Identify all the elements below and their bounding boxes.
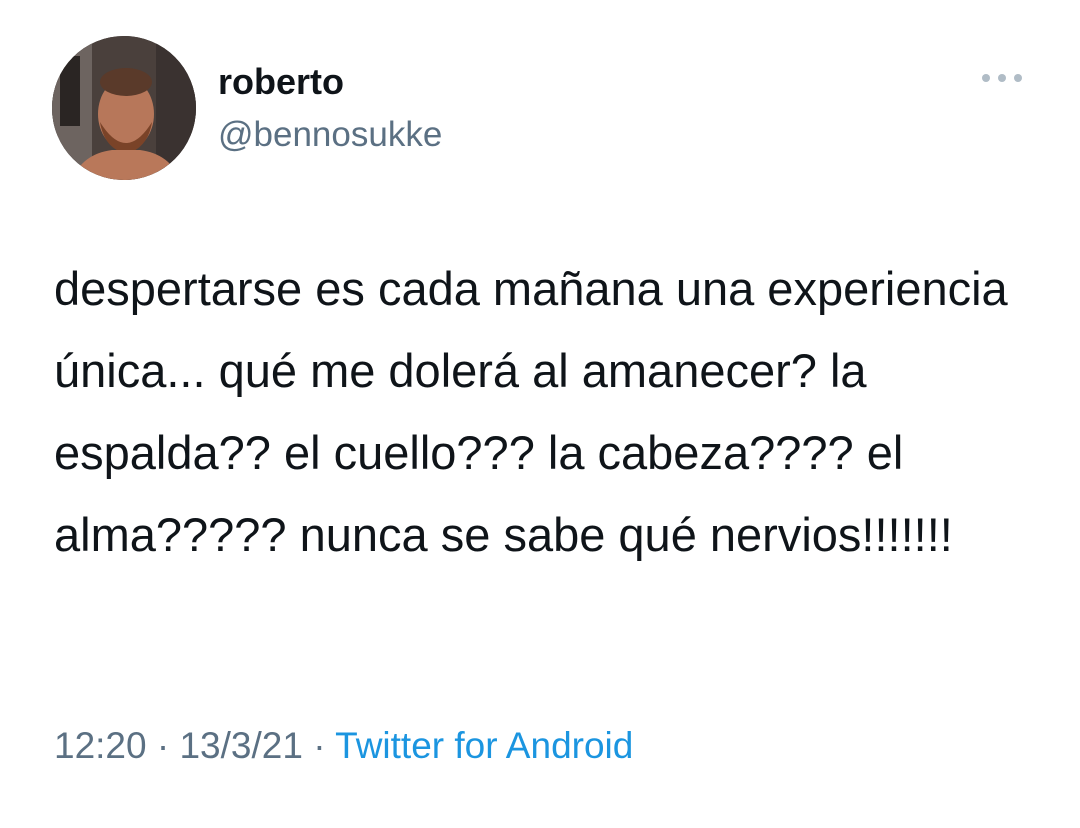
tweet-source-link[interactable]: Twitter for Android [335, 725, 633, 766]
user-handle[interactable]: @bennosukke [218, 113, 442, 157]
more-dots-icon [982, 74, 990, 82]
tweet-metadata: 12:20 · 13/3/21 · Twitter for Android [54, 720, 633, 772]
meta-separator: · [302, 725, 336, 766]
tweet-date[interactable]: 13/3/21 [179, 725, 302, 766]
more-dots-icon [998, 74, 1006, 82]
meta-separator: · [146, 725, 180, 766]
display-name[interactable]: roberto [218, 60, 344, 104]
tweet-text: despertarse es cada mañana una experienc… [54, 262, 1008, 561]
more-options-button[interactable] [982, 66, 1022, 90]
tweet-time: 12:20 [54, 725, 147, 766]
avatar[interactable] [52, 36, 196, 180]
tweet-card: roberto @bennosukke despertarse es cada … [0, 0, 1080, 828]
more-dots-icon [1014, 74, 1022, 82]
avatar-photo-icon [52, 36, 196, 180]
